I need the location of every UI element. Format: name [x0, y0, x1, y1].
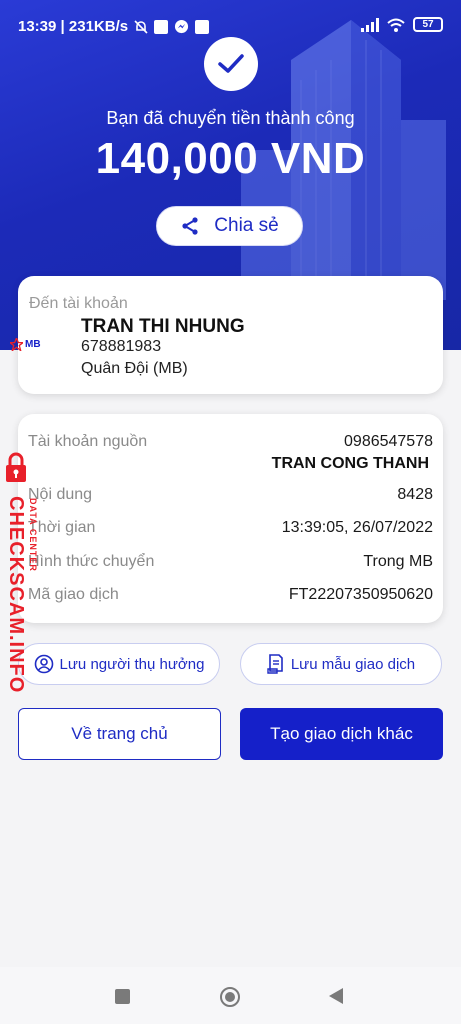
back-icon[interactable]	[329, 988, 343, 1004]
home-nav-icon[interactable]	[220, 987, 240, 1007]
wifi-icon	[387, 18, 405, 32]
recipient-name: TRAN THI NHUNG	[81, 316, 245, 337]
system-navigation-bar	[0, 967, 461, 1024]
save-template-button[interactable]: Lưu mẫu giao dịch	[240, 643, 442, 685]
source-account-name: TRAN CONG THANH	[271, 455, 429, 472]
mb-star-icon	[10, 338, 23, 351]
signal-icon	[361, 17, 379, 32]
watermark-sub-text: DATA CENTER	[28, 498, 38, 572]
method-value: Trong MB	[363, 553, 433, 570]
source-account-label: Tài khoản nguồn	[28, 433, 148, 450]
new-transaction-button[interactable]: Tạo giao dịch khác	[240, 708, 443, 760]
share-label: Chia sẻ	[214, 215, 279, 236]
source-account-number: 0986547578	[344, 433, 433, 450]
save-beneficiary-button[interactable]: Lưu người thụ hưởng	[18, 643, 220, 685]
notification-muted-icon	[134, 19, 148, 34]
save-beneficiary-label: Lưu người thụ hưởng	[59, 655, 205, 673]
app-notification-icon-2	[195, 19, 210, 34]
battery-level: 57	[422, 19, 434, 30]
checkscam-watermark: CHECKSCAM.INFO DATA CENTER	[2, 452, 42, 693]
destination-account-card: Đến tài khoản TRAN THI NHUNG 678881983 Q…	[18, 276, 443, 394]
recipient-account-number: 678881983	[81, 338, 162, 355]
app-notification-icon	[154, 19, 169, 34]
save-template-label: Lưu mẫu giao dịch	[290, 655, 416, 673]
content-value: 8428	[397, 486, 433, 503]
success-message: Bạn đã chuyển tiền thành công	[106, 108, 355, 128]
method-label: Hình thức chuyển	[28, 553, 155, 570]
lock-icon	[6, 452, 26, 482]
transaction-details-card: Tài khoản nguồn 0986547578 TRAN CONG THA…	[18, 414, 443, 623]
template-document-icon	[267, 654, 283, 674]
battery-icon: 57	[413, 17, 443, 32]
share-button[interactable]: Chia sẻ	[156, 206, 303, 246]
recipient-bank: Quân Đội (MB)	[81, 360, 188, 377]
home-button[interactable]: Về trang chủ	[18, 708, 221, 760]
watermark-main-text: CHECKSCAM.INFO	[5, 496, 27, 694]
success-check-icon	[204, 37, 258, 91]
destination-label: Đến tài khoản	[29, 295, 128, 312]
mb-bank-logo: MB	[10, 338, 41, 351]
time-value: 13:39:05, 26/07/2022	[281, 519, 433, 536]
status-time: 13:39 | 231KB/s	[18, 18, 129, 35]
recent-apps-icon[interactable]	[115, 989, 130, 1004]
share-icon	[182, 217, 198, 235]
transaction-id-value: FT22207350950620	[288, 586, 433, 603]
messenger-icon	[175, 19, 189, 34]
transfer-amount: 140,000 VND	[95, 134, 366, 183]
